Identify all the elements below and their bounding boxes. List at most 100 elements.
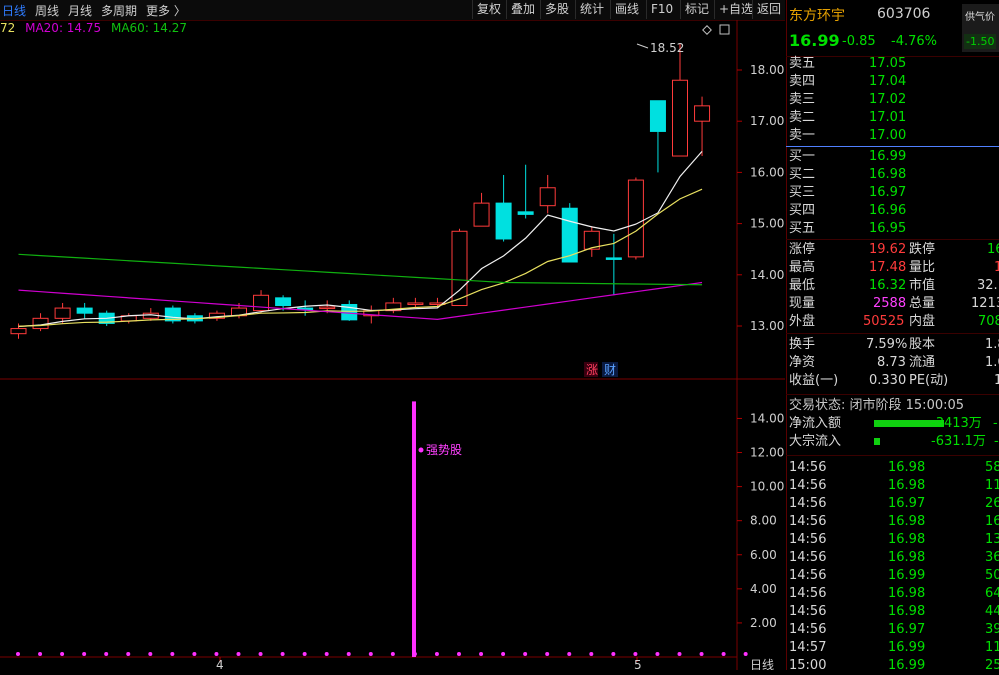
tab-weekly[interactable]: 周线 <box>35 2 59 19</box>
indicator-tick-label: 4.00 <box>750 582 777 596</box>
back-button[interactable]: 返回 <box>752 0 785 19</box>
candle[interactable] <box>253 290 270 314</box>
tick-price: 16.98 <box>888 478 926 493</box>
signal-bar[interactable] <box>412 401 416 657</box>
tick-time: 14:56 <box>789 532 827 547</box>
marker-limit-up: 涨 <box>586 362 598 377</box>
diamond-icon[interactable] <box>702 25 712 35</box>
tick-row: 14:56 16.98 58 <box>789 459 999 477</box>
candle[interactable] <box>539 174 556 214</box>
tab-multi-period[interactable]: 多周期 <box>101 2 137 19</box>
signal-dot <box>721 652 726 656</box>
f10-button[interactable]: F10 <box>646 0 677 19</box>
event-markers[interactable]: 涨 财 <box>584 362 618 377</box>
price-chart[interactable]: 18.00 17.00 16.00 15.00 14.00 13.00 14.00 12.0… <box>0 20 785 670</box>
candle[interactable] <box>208 310 225 321</box>
ma60-line <box>18 253 703 286</box>
indicator-tick-label: 2.00 <box>750 616 777 630</box>
candlestick-series <box>10 43 711 339</box>
tick-volume: 117 <box>985 640 999 655</box>
stock-code: 603706 <box>877 6 931 22</box>
quote-panel: 东方环宇 603706 供气价 -1.50 16.99 -0.85 -4.76%… <box>786 0 999 673</box>
candle[interactable] <box>561 203 578 263</box>
block-inflow-bar <box>874 438 880 445</box>
indicator-tick-label: 10.00 <box>750 480 784 494</box>
candle[interactable] <box>672 43 688 157</box>
ask-row-5: 卖五 17.05 <box>789 56 907 71</box>
tick-time: 14:57 <box>789 640 827 655</box>
high-price-label: 18.52 <box>650 41 684 55</box>
tick-row: 14:56 16.98 64 <box>789 585 999 603</box>
stat-row-limit: 涨停19.62 跌停16 <box>789 242 999 257</box>
candle[interactable] <box>297 300 314 316</box>
price-tick-label: 17.00 <box>750 114 784 128</box>
sector-name: 供气价 <box>965 12 995 23</box>
signal-dot <box>633 652 638 656</box>
price-tick-label: 16.00 <box>750 165 784 179</box>
candle[interactable] <box>76 302 93 319</box>
candle[interactable] <box>473 192 490 227</box>
tab-more[interactable]: 更多 〉 <box>146 2 186 19</box>
sector-change: -1.50 <box>964 34 997 49</box>
candle[interactable] <box>583 226 600 257</box>
multi-stock-button[interactable]: 多股 <box>540 0 573 19</box>
indicator-tick-label: 12.00 <box>750 446 784 460</box>
signal-dot <box>434 652 439 656</box>
price-change-pct: -4.76% <box>891 34 937 49</box>
tick-row: 14:56 16.97 39 <box>789 621 999 639</box>
signal-dot <box>258 652 263 656</box>
ma20-value: MA20: 14.75 <box>25 21 102 35</box>
ask-row-3: 卖三 17.02 <box>789 92 907 107</box>
tick-volume: 133 <box>985 532 999 547</box>
signal-dot <box>16 652 20 656</box>
candle[interactable] <box>517 164 534 219</box>
draw-line-button[interactable]: 画线 <box>610 0 643 19</box>
candle[interactable] <box>407 297 424 309</box>
overlay-button[interactable]: 叠加 <box>506 0 539 19</box>
tick-volume: 44 <box>985 604 999 619</box>
signal-dot <box>60 652 65 656</box>
candle[interactable] <box>694 96 711 157</box>
tab-daily[interactable]: 日线 <box>2 2 26 19</box>
bid-row-2: 买二 16.98 <box>789 167 907 182</box>
tick-price: 16.98 <box>888 532 926 547</box>
stock-name[interactable]: 东方环宇 <box>789 5 845 25</box>
tick-time: 14:56 <box>789 568 827 583</box>
signal-dot <box>126 652 131 656</box>
candle[interactable] <box>32 313 49 332</box>
signal-dot <box>346 652 351 656</box>
signal-dot <box>545 652 550 656</box>
tick-price: 16.99 <box>888 568 926 583</box>
signal-dot <box>479 652 484 656</box>
tick-price: 16.98 <box>888 460 926 475</box>
candle[interactable] <box>495 174 512 242</box>
add-watchlist-button[interactable]: +自选 <box>714 0 757 19</box>
signal-dot <box>390 652 395 656</box>
tick-time: 14:56 <box>789 514 827 529</box>
tab-monthly[interactable]: 月线 <box>68 2 92 19</box>
statistics-button[interactable]: 统计 <box>575 0 608 19</box>
candle[interactable] <box>164 305 181 324</box>
mark-button[interactable]: 标记 <box>680 0 713 19</box>
signal-dot <box>148 652 153 656</box>
tick-price: 16.99 <box>888 640 926 655</box>
ma10-line <box>18 188 703 327</box>
bid-row-1: 买一 16.99 <box>789 149 907 164</box>
candle[interactable] <box>649 100 666 173</box>
net-inflow-row: 净流入额 <box>789 415 944 433</box>
expand-icon[interactable] <box>719 24 730 35</box>
tick-volume: 64 <box>985 586 999 601</box>
bid-row-3: 买三 16.97 <box>789 185 907 200</box>
price-tick-label: 18.00 <box>750 63 784 77</box>
bid-row-5: 买五 16.95 <box>789 221 907 236</box>
tick-price: 16.98 <box>888 586 926 601</box>
tick-time: 14:56 <box>789 550 827 565</box>
signal-dot <box>82 652 87 656</box>
candle[interactable] <box>627 177 644 260</box>
signal-dot <box>192 652 197 656</box>
signal-dot <box>38 652 43 656</box>
sector-badge[interactable]: 供气价 -1.50 <box>962 4 999 52</box>
tick-volume: 50 <box>985 568 999 583</box>
restore-rights-button[interactable]: 复权 <box>472 0 505 19</box>
candle[interactable] <box>385 297 402 314</box>
